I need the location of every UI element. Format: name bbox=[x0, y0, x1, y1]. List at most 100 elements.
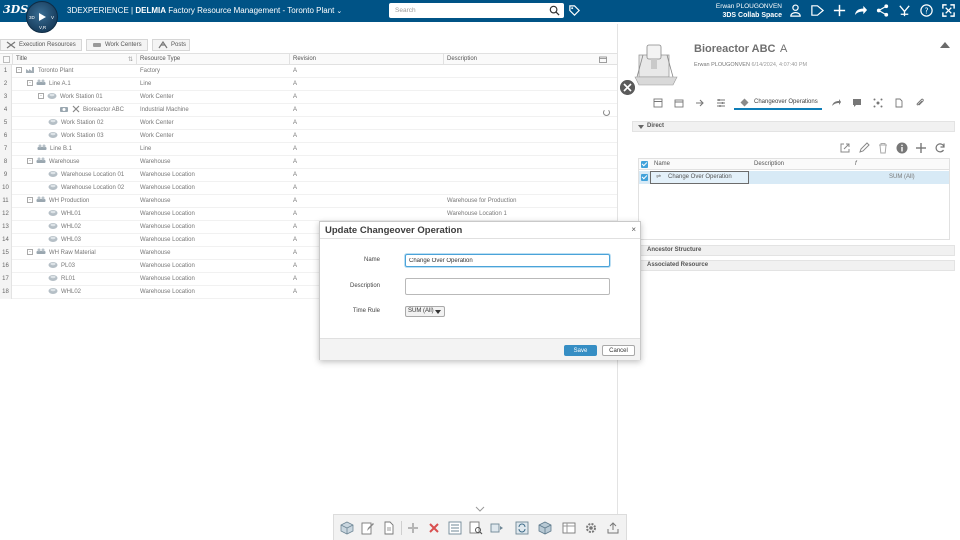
tag-icon[interactable] bbox=[568, 4, 581, 17]
tab-properties-icon[interactable] bbox=[653, 98, 663, 108]
collapse-panel-icon[interactable] bbox=[940, 42, 950, 48]
collapse-toggle-icon[interactable]: - bbox=[38, 93, 44, 100]
sort-icon[interactable]: ⇅ bbox=[128, 56, 133, 63]
tab-arrow-icon[interactable] bbox=[695, 98, 705, 108]
table-row[interactable]: 1- Toronto Plant Factory A bbox=[0, 65, 617, 78]
tree-node[interactable]: - WH Production bbox=[27, 195, 89, 208]
name-field[interactable] bbox=[405, 254, 610, 267]
calendar-icon[interactable] bbox=[599, 56, 607, 63]
tree-node[interactable]: RL01 bbox=[48, 273, 75, 286]
tree-node[interactable]: - WH Raw Material bbox=[27, 247, 96, 260]
tree-node[interactable]: PL03 bbox=[48, 260, 75, 273]
fullscreen-icon[interactable] bbox=[941, 3, 956, 18]
resource-cube-icon[interactable] bbox=[340, 521, 354, 535]
table-row[interactable]: 2 - Line A.1 Line A bbox=[0, 78, 617, 91]
column-description[interactable]: Description bbox=[754, 161, 784, 167]
select-all-checkbox[interactable] bbox=[3, 56, 10, 63]
tab-forward-icon[interactable] bbox=[831, 98, 841, 108]
plus-icon[interactable] bbox=[832, 3, 847, 18]
tree-node[interactable]: Warehouse Location 02 bbox=[48, 182, 124, 195]
search-box[interactable] bbox=[389, 3, 564, 18]
remove-icon[interactable] bbox=[427, 521, 441, 535]
sync-icon[interactable] bbox=[515, 521, 529, 535]
open-external-icon[interactable] bbox=[839, 142, 851, 154]
table-row[interactable]: 11 - WH Production Warehouse A Warehouse for … bbox=[0, 195, 617, 208]
chevron-down-icon[interactable]: ⌄ bbox=[336, 8, 342, 15]
edit-document-icon[interactable] bbox=[361, 521, 375, 535]
column-description[interactable]: Description bbox=[447, 56, 477, 62]
table-row[interactable]: 8 - Warehouse Warehouse A bbox=[0, 156, 617, 169]
document-icon[interactable] bbox=[382, 521, 396, 535]
collapse-toggle-icon[interactable]: - bbox=[27, 158, 33, 165]
tree-node[interactable]: - Line A.1 bbox=[27, 78, 71, 91]
play-icon[interactable] bbox=[39, 13, 46, 21]
description-field[interactable] bbox=[405, 278, 610, 295]
user-info[interactable]: Erwan PLOUGONVEN 3DS Collab Space bbox=[700, 2, 782, 20]
tree-node[interactable]: - Warehouse bbox=[27, 156, 79, 169]
tab-posts[interactable]: Posts bbox=[152, 39, 190, 51]
delete-icon[interactable] bbox=[877, 142, 889, 154]
refresh-icon[interactable] bbox=[934, 142, 946, 154]
cancel-button[interactable]: Cancel bbox=[602, 345, 635, 356]
tab-attachment-icon[interactable] bbox=[915, 98, 925, 108]
list-view-icon[interactable] bbox=[448, 521, 462, 535]
apps-icon[interactable] bbox=[897, 3, 912, 18]
tab-execution-resources[interactable]: Execution Resources bbox=[0, 39, 82, 51]
search-input[interactable] bbox=[389, 3, 544, 18]
search-list-icon[interactable] bbox=[469, 521, 483, 535]
export-icon[interactable] bbox=[606, 521, 620, 535]
table-row[interactable]: 3 - Work Station 01 Work Center A bbox=[0, 91, 617, 104]
app-title[interactable]: 3DEXPERIENCE | DELMIA Factory Resource M… bbox=[67, 6, 342, 15]
table-row[interactable]: 4 Bioreactor ABC Industrial Machine A bbox=[0, 104, 617, 117]
share-network-icon[interactable] bbox=[875, 3, 890, 18]
tag-outline-icon[interactable] bbox=[810, 3, 825, 18]
tree-node[interactable]: - Work Station 01 bbox=[38, 91, 103, 104]
table-row[interactable]: 10 Warehouse Location 02 Warehouse Locatio… bbox=[0, 182, 617, 195]
tree-node[interactable]: - Toronto Plant bbox=[16, 65, 73, 78]
help-icon[interactable]: ? bbox=[919, 3, 934, 18]
tab-comments-icon[interactable] bbox=[852, 98, 862, 108]
row-checkbox[interactable] bbox=[641, 174, 648, 181]
person-icon[interactable] bbox=[788, 3, 803, 18]
tree-node[interactable]: Work Station 02 bbox=[48, 117, 104, 130]
tab-document-icon[interactable] bbox=[894, 98, 904, 108]
save-button[interactable]: Save bbox=[564, 345, 597, 356]
collapse-toggle-icon[interactable]: - bbox=[16, 67, 22, 74]
toolbar-collapse-icon[interactable] bbox=[475, 506, 485, 512]
share-arrow-icon[interactable] bbox=[853, 3, 868, 18]
column-resource-type[interactable]: Resource Type bbox=[140, 56, 180, 62]
table-row[interactable]: 12 WHL01 Warehouse Location A Warehouse Loca… bbox=[0, 208, 617, 221]
close-icon[interactable]: × bbox=[631, 225, 636, 234]
table-settings-icon[interactable] bbox=[562, 521, 576, 535]
edit-icon[interactable] bbox=[858, 142, 870, 154]
replace-icon[interactable] bbox=[490, 521, 504, 535]
tree-node[interactable]: WHL02 bbox=[48, 286, 81, 299]
tree-node[interactable]: Line B.1 bbox=[37, 143, 72, 156]
column-name[interactable]: Name bbox=[654, 161, 670, 167]
tree-node[interactable]: WHL01 bbox=[48, 208, 81, 221]
3ds-logo-icon[interactable]: 3DS bbox=[3, 3, 28, 19]
section-associated-resource[interactable]: Associated Resource bbox=[640, 260, 955, 271]
tab-network-icon[interactable] bbox=[873, 98, 883, 108]
gear-icon[interactable] bbox=[584, 521, 598, 535]
tree-node[interactable]: WHL03 bbox=[48, 234, 81, 247]
tab-changeover-operations[interactable]: Changeover Operations bbox=[734, 95, 822, 110]
cube-view-icon[interactable] bbox=[538, 521, 552, 535]
tab-calendar-icon[interactable] bbox=[674, 98, 684, 108]
table-row[interactable]: 6 Work Station 03 Work Center A bbox=[0, 130, 617, 143]
tree-node[interactable]: Warehouse Location 01 bbox=[48, 169, 124, 182]
collapse-toggle-icon[interactable]: - bbox=[27, 197, 33, 204]
table-row[interactable]: 7 Line B.1 Line A bbox=[0, 143, 617, 156]
search-icon[interactable] bbox=[549, 5, 560, 16]
section-ancestor-structure[interactable]: Ancestor Structure bbox=[640, 245, 955, 256]
column-formula[interactable]: f bbox=[855, 161, 857, 167]
add-icon[interactable] bbox=[915, 142, 927, 154]
tab-work-centers[interactable]: Work Centers bbox=[86, 39, 148, 51]
table-row[interactable]: 9 Warehouse Location 01 Warehouse Location… bbox=[0, 169, 617, 182]
column-revision[interactable]: Revision bbox=[293, 56, 316, 62]
select-all-checkbox[interactable] bbox=[641, 161, 648, 168]
time-rule-select[interactable]: SUM (All) bbox=[405, 306, 445, 317]
table-row[interactable]: ⇌ Change Over Operation SUM (All) bbox=[639, 171, 949, 184]
row-name-cell[interactable]: ⇌ Change Over Operation bbox=[650, 171, 749, 184]
section-direct[interactable]: Direct bbox=[632, 121, 955, 132]
